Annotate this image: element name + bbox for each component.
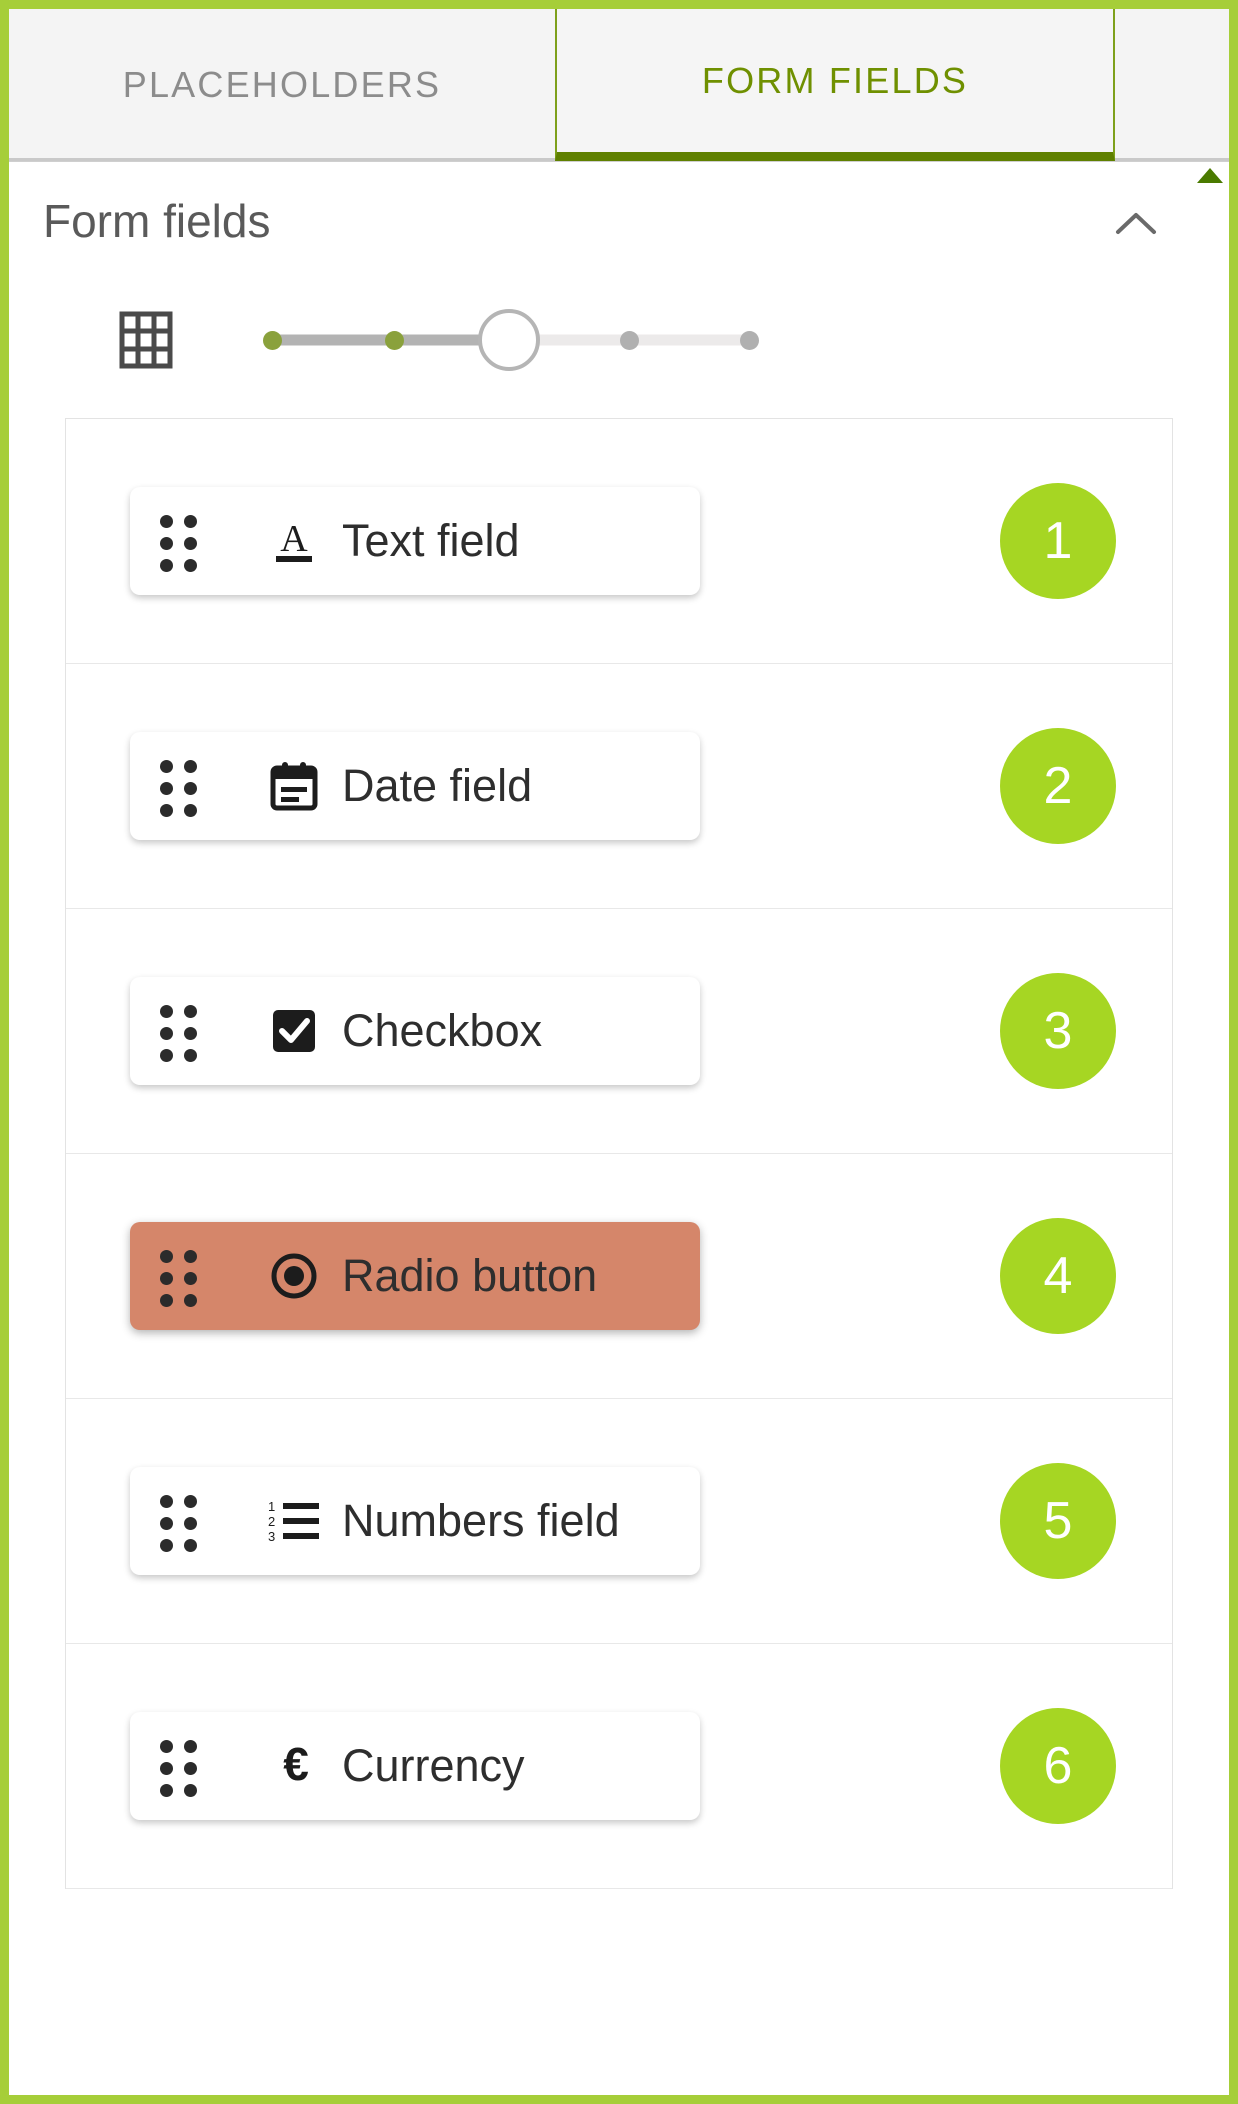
table-row[interactable]: A Text field 1 (66, 419, 1172, 664)
svg-text:1: 1 (268, 1499, 275, 1514)
numbered-list-icon: 1 2 3 (266, 1493, 322, 1549)
status-badge: 3 (1000, 973, 1116, 1089)
field-chip-radio-button[interactable]: Radio button (130, 1222, 700, 1330)
field-label: Currency (342, 1740, 525, 1791)
panel-header: Form fields (9, 162, 1229, 280)
table-row[interactable]: Checkbox 3 (66, 909, 1172, 1154)
drag-handle-icon[interactable] (160, 1250, 198, 1307)
svg-text:A: A (280, 518, 308, 560)
size-slider[interactable] (263, 309, 759, 371)
slider-stop-5[interactable] (740, 331, 759, 350)
drag-handle-icon[interactable] (160, 760, 198, 817)
triangle-up-icon[interactable] (1197, 168, 1223, 183)
field-chip-checkbox[interactable]: Checkbox (130, 977, 700, 1085)
tab-bar: PLACEHOLDERS FORM FIELDS (9, 9, 1229, 162)
page-title: Form fields (43, 195, 271, 247)
svg-text:3: 3 (268, 1529, 275, 1544)
checkbox-icon (266, 1003, 322, 1059)
form-field-list: A Text field 1 Date field 2 Checkbox 3 R… (65, 418, 1173, 1889)
field-chip-text-field[interactable]: A Text field (130, 487, 700, 595)
field-label: Date field (342, 760, 533, 811)
grid-icon[interactable] (117, 311, 175, 369)
tab-bar-spacer (1115, 9, 1229, 161)
svg-text:2: 2 (268, 1514, 275, 1529)
slider-stop-2[interactable] (385, 331, 404, 350)
field-label: Text field (342, 515, 520, 566)
field-chip-date-field[interactable]: Date field (130, 732, 700, 840)
drag-handle-icon[interactable] (160, 1740, 198, 1797)
euro-icon: € (266, 1738, 322, 1794)
chevron-up-icon[interactable] (1115, 210, 1157, 236)
svg-text:€: € (283, 1740, 309, 1790)
status-badge: 5 (1000, 1463, 1116, 1579)
status-badge: 1 (1000, 483, 1116, 599)
tab-placeholders[interactable]: PLACEHOLDERS (9, 9, 557, 161)
size-control-row (9, 280, 1229, 400)
slider-handle[interactable] (478, 309, 540, 371)
field-chip-numbers-field[interactable]: 1 2 3 Numbers field (130, 1467, 700, 1575)
drag-handle-icon[interactable] (160, 1005, 198, 1062)
table-row[interactable]: Date field 2 (66, 664, 1172, 909)
radio-button-icon (266, 1248, 322, 1304)
tab-placeholders-label: PLACEHOLDERS (122, 64, 442, 105)
form-fields-panel: PLACEHOLDERS FORM FIELDS Form fields A T… (0, 0, 1238, 2104)
table-row[interactable]: 1 2 3 Numbers field 5 (66, 1399, 1172, 1644)
field-chip-currency[interactable]: € Currency (130, 1712, 700, 1820)
table-row[interactable]: € Currency 6 (66, 1644, 1172, 1889)
status-badge: 6 (1000, 1708, 1116, 1824)
table-row[interactable]: Radio button 4 (66, 1154, 1172, 1399)
text-format-icon: A (266, 513, 322, 569)
field-label: Radio button (342, 1250, 598, 1301)
status-badge: 2 (1000, 728, 1116, 844)
field-label: Checkbox (342, 1005, 543, 1056)
calendar-icon (266, 758, 322, 814)
slider-stop-1[interactable] (263, 331, 282, 350)
slider-stop-4[interactable] (620, 331, 639, 350)
drag-handle-icon[interactable] (160, 515, 198, 572)
field-label: Numbers field (342, 1495, 620, 1546)
tab-form-fields-label: FORM FIELDS (701, 59, 969, 101)
drag-handle-icon[interactable] (160, 1495, 198, 1552)
tab-form-fields[interactable]: FORM FIELDS (555, 9, 1115, 161)
status-badge: 4 (1000, 1218, 1116, 1334)
